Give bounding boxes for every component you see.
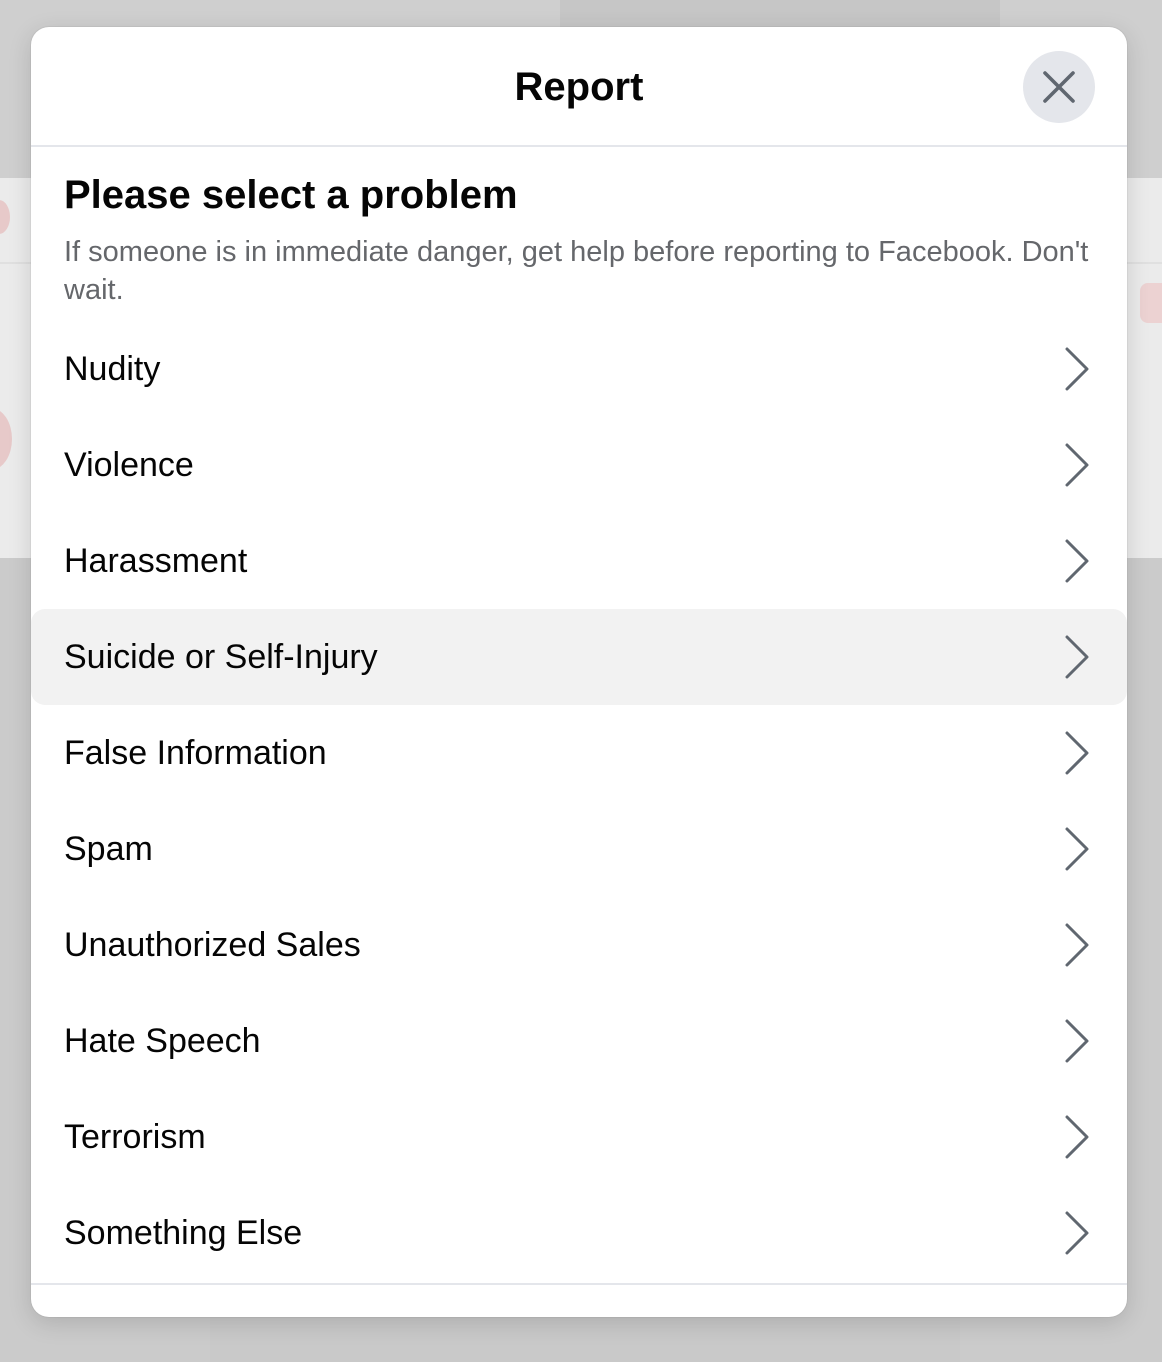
problem-label: Unauthorized Sales: [64, 926, 361, 964]
problem-label: Suicide or Self-Injury: [64, 638, 378, 676]
problem-item-harassment[interactable]: Harassment: [31, 513, 1127, 609]
problem-item-violence[interactable]: Violence: [31, 417, 1127, 513]
chevron-right-icon: [1065, 731, 1089, 775]
backdrop-image-top: [560, 0, 1000, 30]
close-icon: [1043, 71, 1075, 103]
problem-item-false-information[interactable]: False Information: [31, 705, 1127, 801]
chevron-right-icon: [1065, 539, 1089, 583]
problem-label: False Information: [64, 734, 327, 772]
dialog-body: Please select a problem If someone is in…: [31, 171, 1127, 309]
problem-label: Violence: [64, 446, 194, 484]
chevron-right-icon: [1065, 635, 1089, 679]
chevron-right-icon: [1065, 827, 1089, 871]
chevron-right-icon: [1065, 1019, 1089, 1063]
close-button[interactable]: [1023, 51, 1095, 123]
problem-item-terrorism[interactable]: Terrorism: [31, 1089, 1127, 1185]
problem-label: Terrorism: [64, 1118, 206, 1156]
problem-item-suicide-or-self-injury[interactable]: Suicide or Self-Injury: [31, 609, 1127, 705]
chevron-right-icon: [1065, 443, 1089, 487]
chevron-right-icon: [1065, 1211, 1089, 1255]
problem-item-nudity[interactable]: Nudity: [31, 321, 1127, 417]
backdrop-badge-icon: [1140, 283, 1162, 323]
section-heading: Please select a problem: [64, 173, 518, 217]
problem-label: Spam: [64, 830, 153, 868]
problem-list: Nudity Violence Harassment Suicide or Se…: [31, 321, 1127, 1281]
problem-item-spam[interactable]: Spam: [31, 801, 1127, 897]
chevron-right-icon: [1065, 923, 1089, 967]
problem-label: Harassment: [64, 542, 248, 580]
dialog-header: Report: [31, 27, 1127, 147]
problem-label: Hate Speech: [64, 1022, 261, 1060]
chevron-right-icon: [1065, 1115, 1089, 1159]
problem-item-hate-speech[interactable]: Hate Speech: [31, 993, 1127, 1089]
problem-label: Nudity: [64, 350, 161, 388]
problem-item-something-else[interactable]: Something Else: [31, 1185, 1127, 1281]
report-dialog: Report Please select a problem If someon…: [31, 27, 1127, 1317]
footer-divider: [31, 1283, 1127, 1285]
problem-item-unauthorized-sales[interactable]: Unauthorized Sales: [31, 897, 1127, 993]
dialog-title: Report: [514, 65, 644, 109]
section-subtext: If someone is in immediate danger, get h…: [64, 236, 1089, 306]
problem-label: Something Else: [64, 1214, 303, 1252]
chevron-right-icon: [1065, 347, 1089, 391]
